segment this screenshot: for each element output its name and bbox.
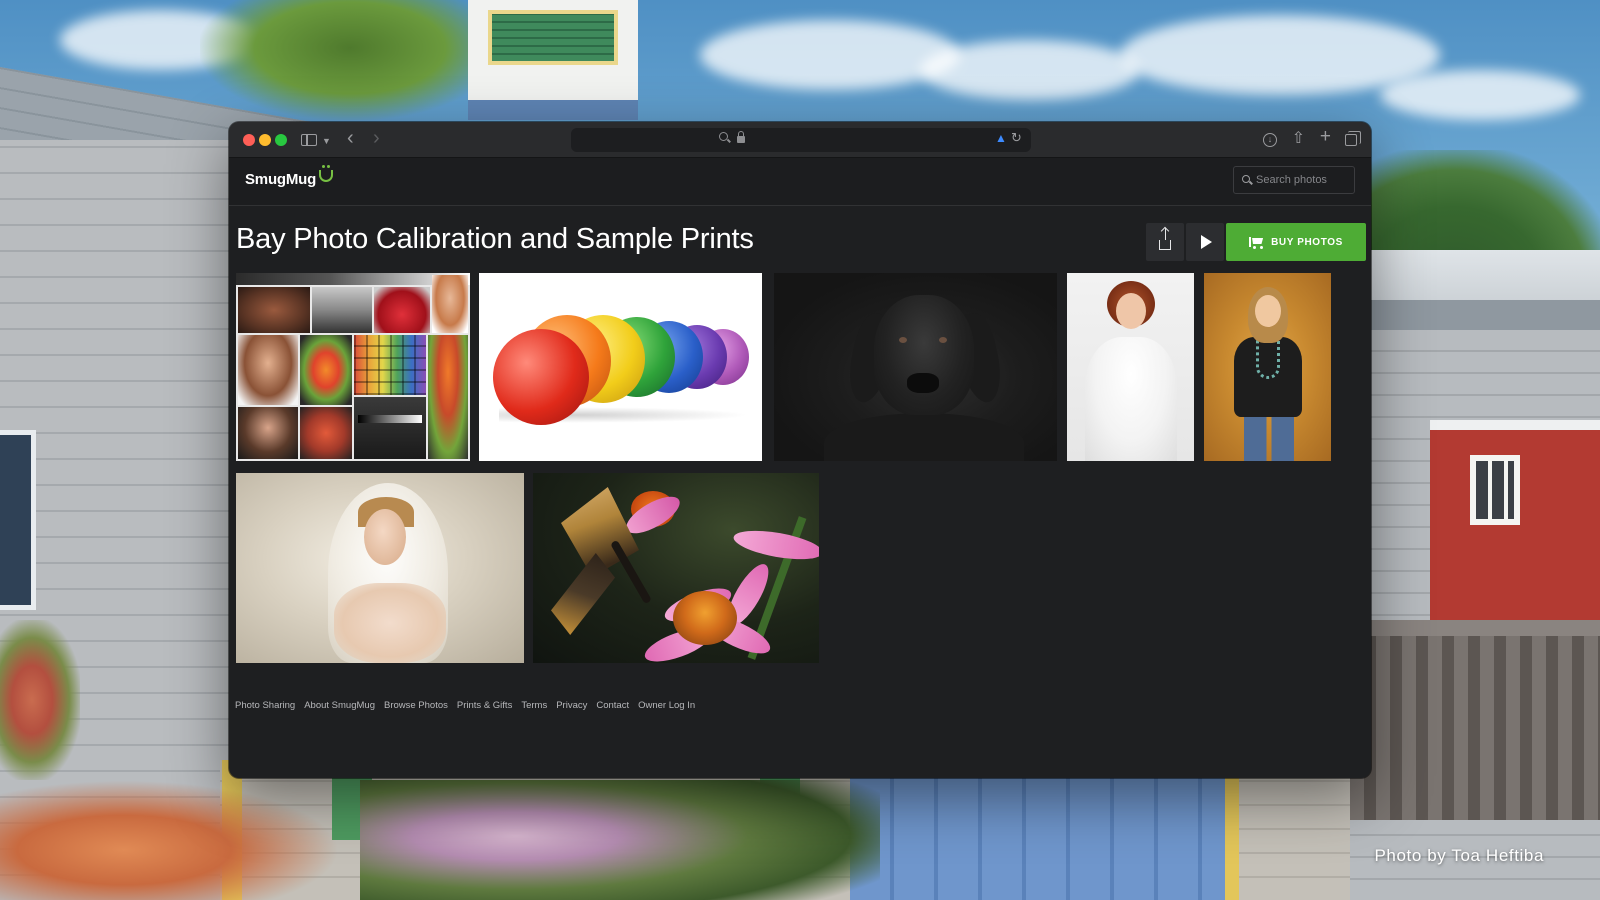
footer-link-browse-photos[interactable]: Browse Photos [384,700,448,711]
collage-tile [432,275,468,333]
collage-tile [354,397,426,459]
footer-link-privacy[interactable]: Privacy [556,700,587,711]
footer-link-owner-log-in[interactable]: Owner Log In [638,700,695,711]
photo-thumbnail-rainbow-balls[interactable] [479,273,762,461]
browser-window: ▼ ‹ › ▲ ↻ ↓ ⇧ + SmugMug Bay Photo Calibr… [229,122,1371,778]
cloud [1380,70,1580,120]
photo-thumbnail-calibration-collage[interactable] [236,273,470,461]
house-window [1470,455,1520,525]
smugmug-smile-icon [319,165,333,182]
blue-door [850,760,1230,900]
coneflower-center [673,591,737,645]
collage-tile [300,335,352,405]
dog-eye [899,337,907,343]
cupola-vents [488,10,618,65]
reload-icon[interactable]: ↻ [1011,130,1022,146]
back-icon[interactable]: ‹ [347,127,354,149]
plus-icon[interactable]: + [1320,126,1331,148]
search-icon [1242,175,1250,183]
zoom-window-button[interactable] [275,134,287,146]
minimize-window-button[interactable] [259,134,271,146]
collage-tile [428,335,468,459]
browser-toolbar: ▼ ‹ › ▲ ↻ ↓ ⇧ + [229,122,1371,158]
smugmug-logo[interactable]: SmugMug [245,171,316,188]
girl-jeans [1244,413,1294,461]
footer-nav: Photo Sharing About SmugMug Browse Photo… [235,700,695,711]
yellow-trim [1225,760,1239,900]
footer-link-photo-sharing[interactable]: Photo Sharing [235,700,295,711]
flower-box [0,620,80,780]
collage-tile [300,407,352,459]
collage-tile [312,287,372,333]
red-building [1430,420,1600,640]
bride-dress [1085,337,1177,461]
collage-tile [238,287,310,333]
share-icon[interactable]: ⇧ [1292,128,1305,148]
footer-link-terms[interactable]: Terms [521,700,547,711]
buy-photos-label: BUY PHOTOS [1271,236,1343,248]
footer-link-prints-gifts[interactable]: Prints & Gifts [457,700,512,711]
footer-link-about-smugmug[interactable]: About SmugMug [304,700,375,711]
play-icon [1201,235,1212,249]
girl-necklace [1256,339,1280,379]
dog-nose [907,373,939,393]
photo-credit: Photo by Toa Heftiba [1374,846,1544,865]
share-icon [1159,228,1171,250]
tabs-icon[interactable] [1345,131,1361,146]
photo-thumbnail-black-labrador[interactable] [774,273,1057,461]
cloud [700,20,960,90]
site-header: SmugMug [229,158,1371,206]
gallery-title: Bay Photo Calibration and Sample Prints [236,223,754,255]
dog-head [874,295,974,415]
photo-thumbnail-veiled-woman[interactable] [236,473,524,663]
forward-icon[interactable]: › [373,127,380,149]
search-box[interactable] [1233,166,1355,194]
bride-face [1116,293,1146,329]
search-input[interactable] [1256,167,1352,193]
close-window-button[interactable] [243,134,255,146]
autumn-leaves [0,780,340,900]
color-checker-chart [354,335,426,395]
photo-thumbnail-bride-white-dress[interactable] [1067,273,1194,461]
cart-icon [1249,237,1263,249]
arms [334,583,446,663]
house-window [0,430,36,610]
photo-thumbnail-butterfly-coneflower[interactable] [533,473,819,663]
petal [731,525,819,565]
footer-link-contact[interactable]: Contact [596,700,629,711]
lock-icon [737,131,745,143]
tree-foliage [200,0,500,120]
ball [493,329,589,425]
chevron-down-icon[interactable]: ▼ [322,130,331,152]
speaker-icon[interactable]: ▲ [995,131,1007,145]
collage-tile [238,335,298,405]
buy-photos-button[interactable]: BUY PHOTOS [1226,223,1366,261]
girl-face [1255,295,1281,327]
address-bar[interactable]: ▲ ↻ [571,128,1031,152]
dog-body [824,413,1024,461]
face [364,509,406,565]
collage-tile [238,407,298,459]
download-icon[interactable]: ↓ [1263,133,1277,147]
search-icon [719,132,728,141]
dog-eye [939,337,947,343]
cloud [920,40,1140,100]
flower-bed [360,780,880,900]
share-gallery-button[interactable] [1146,223,1184,261]
sidebar-icon[interactable] [301,134,317,146]
wooden-fence [1350,620,1600,820]
slideshow-button[interactable] [1186,223,1224,261]
collage-tile [374,287,430,333]
photo-thumbnail-girl-autumn-leaves[interactable] [1204,273,1331,461]
